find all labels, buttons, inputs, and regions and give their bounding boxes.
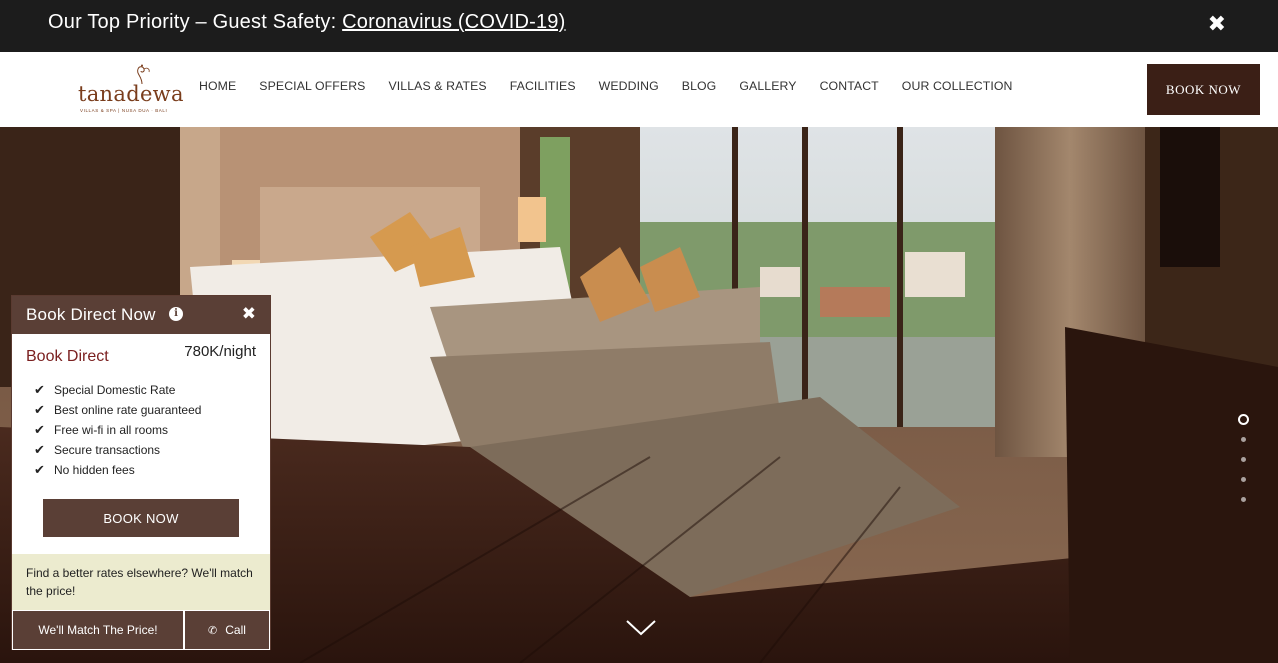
slide-dot-2[interactable] [1240,437,1246,442]
nav-our-collection[interactable]: OUR COLLECTION [902,79,1013,93]
nav-home[interactable]: HOME [199,79,236,93]
slide-dot-3[interactable] [1240,457,1246,462]
phone-icon: ✆ [208,624,218,637]
list-item: ✔ Special Domestic Rate [34,382,176,397]
nav-villas-rates[interactable]: VILLAS & RATES [388,79,486,93]
feature-list: ✔ Special Domestic Rate ✔ Best online rate… [34,380,201,480]
nav-special-offers[interactable]: SPECIAL OFFERS [259,79,365,93]
slider-dots [1237,414,1249,517]
info-icon[interactable]: i [169,307,183,321]
list-item: ✔ Secure transactions [34,442,161,457]
announcement-prefix: Our Top Priority – Guest Safety: [48,11,343,33]
list-item: ✔ Best online rate guaranteed [34,402,202,417]
close-icon[interactable]: ✖ [1208,11,1226,37]
logo-subtitle: VILLAS & SPA | NUSA DUA · BALI [80,108,168,113]
panel-header: Book Direct Now i ✖ [12,296,270,334]
header-book-now-button[interactable]: BOOK NOW [1147,64,1260,115]
nav-facilities[interactable]: FACILITIES [510,79,576,93]
check-icon: ✔ [34,462,45,477]
announcement-text: Our Top Priority – Guest Safety: Coronav… [48,11,566,34]
price-match-box: Find a better rates elsewhere? We'll mat… [12,554,270,610]
chevron-down-icon[interactable] [625,617,657,637]
book-direct-heading: Book Direct [26,348,109,365]
slide-dot-1[interactable] [1237,414,1249,425]
announcement-bar: Our Top Priority – Guest Safety: Coronav… [0,0,1278,52]
slide-dot-5[interactable] [1240,497,1246,502]
logo-text: tanadewa [78,82,184,106]
call-button[interactable]: ✆ Call [184,610,270,650]
nav-blog[interactable]: BLOG [682,79,717,93]
main-nav: HOME SPECIAL OFFERS VILLAS & RATES FACIL… [199,79,1036,93]
logo[interactable]: tanadewa VILLAS & SPA | NUSA DUA · BALI [78,64,183,116]
price-per-night: 780K/night [184,343,256,360]
panel-book-now-button[interactable]: BOOK NOW [43,499,239,537]
site-header: tanadewa VILLAS & SPA | NUSA DUA · BALI … [0,52,1278,127]
check-icon: ✔ [34,402,45,417]
slide-dot-4[interactable] [1240,477,1246,482]
price-match-text: Find a better rates elsewhere? We'll mat… [26,566,253,598]
nav-gallery[interactable]: GALLERY [739,79,796,93]
check-icon: ✔ [34,442,45,457]
nav-contact[interactable]: CONTACT [820,79,879,93]
panel-title: Book Direct Now [26,305,156,324]
list-item: ✔ No hidden fees [34,462,135,477]
nav-wedding[interactable]: WEDDING [599,79,659,93]
close-icon[interactable]: ✖ [242,304,256,324]
list-item: ✔ Free wi-fi in all rooms [34,422,169,437]
panel-footer: We'll Match The Price! ✆ Call [12,610,270,650]
check-icon: ✔ [34,422,45,437]
covid-link[interactable]: Coronavirus (COVID-19) [342,11,565,33]
match-price-button[interactable]: We'll Match The Price! [12,610,184,650]
check-icon: ✔ [34,382,45,397]
book-direct-panel: Book Direct Now i ✖ Book Direct 780K/nig… [11,295,271,650]
